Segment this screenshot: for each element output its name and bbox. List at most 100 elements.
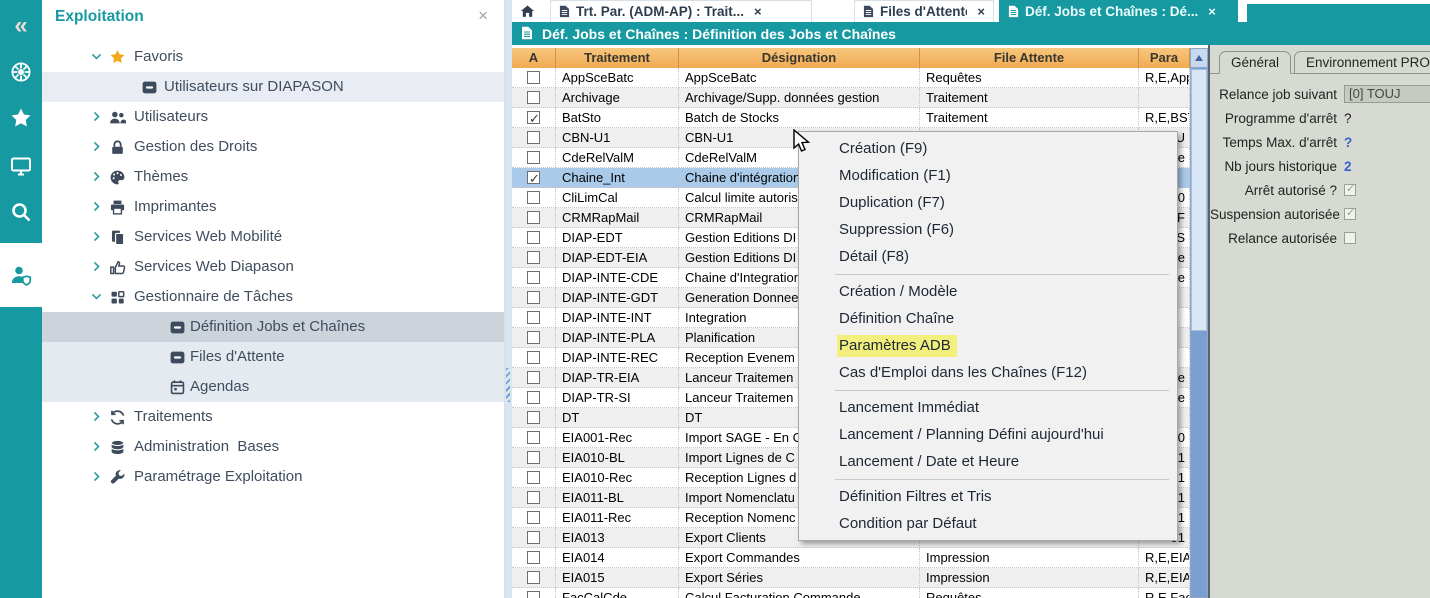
panel-splitter[interactable] bbox=[505, 0, 512, 598]
close-icon[interactable]: × bbox=[478, 6, 488, 26]
menu-item-lancement-planning-d-fini-aujourd-hui[interactable]: Lancement / Planning Défini aujourd'hui bbox=[799, 421, 1177, 448]
nav-item-administration-bases[interactable]: Administration Bases bbox=[42, 432, 504, 462]
row-checkbox[interactable] bbox=[527, 471, 540, 484]
nav-item-services-web-mobilit-[interactable]: Services Web Mobilité bbox=[42, 222, 504, 252]
menu-item-duplication-f7-[interactable]: Duplication (F7) bbox=[799, 189, 1177, 216]
nav-item-files-d-attente[interactable]: Files d'Attente bbox=[42, 342, 504, 372]
scrollbar-thumb[interactable] bbox=[1191, 69, 1207, 331]
favorites-star-icon[interactable] bbox=[0, 96, 42, 140]
chevron-down-icon[interactable] bbox=[90, 50, 103, 63]
nav-item-utilisateurs[interactable]: Utilisateurs bbox=[42, 102, 504, 132]
row-checkbox[interactable] bbox=[527, 451, 540, 464]
search-icon[interactable] bbox=[0, 190, 42, 234]
row-checkbox[interactable] bbox=[527, 151, 540, 164]
menu-item-cas-d-emploi-dans-les-cha-nes-f12-[interactable]: Cas d'Emploi dans les Chaînes (F12) bbox=[799, 359, 1177, 386]
menu-item-d-tail-f8-[interactable]: Détail (F8) bbox=[799, 243, 1177, 270]
tab-close-icon[interactable]: × bbox=[1208, 4, 1216, 19]
row-checkbox[interactable] bbox=[527, 111, 540, 124]
menu-item-param-tres-adb[interactable]: Paramètres ADB bbox=[799, 332, 1177, 359]
chevron-right-icon[interactable] bbox=[90, 200, 103, 213]
chevron-down-icon[interactable] bbox=[90, 290, 103, 303]
row-checkbox[interactable] bbox=[527, 211, 540, 224]
menu-item-condition-par-d-faut[interactable]: Condition par Défaut bbox=[799, 510, 1177, 537]
column-header-a[interactable]: A bbox=[512, 48, 556, 68]
row-checkbox[interactable] bbox=[527, 231, 540, 244]
chevron-right-icon[interactable] bbox=[90, 260, 103, 273]
tab-2[interactable]: Files d'Attente× bbox=[854, 0, 994, 22]
menu-item-d-finition-filtres-et-tris[interactable]: Définition Filtres et Tris bbox=[799, 483, 1177, 510]
row-checkbox[interactable] bbox=[527, 551, 540, 564]
column-header-file-attente[interactable]: File Attente bbox=[920, 48, 1139, 68]
field-checkbox[interactable] bbox=[1344, 208, 1356, 220]
panel-tab-environnement-prog[interactable]: Environnement PROG bbox=[1294, 51, 1430, 74]
column-header-d-signation[interactable]: Désignation bbox=[679, 48, 920, 68]
row-checkbox[interactable] bbox=[527, 331, 540, 344]
column-header-traitement[interactable]: Traitement bbox=[556, 48, 679, 68]
row-checkbox[interactable] bbox=[527, 391, 540, 404]
nav-item-th-mes[interactable]: Thèmes bbox=[42, 162, 504, 192]
row-checkbox[interactable] bbox=[527, 491, 540, 504]
menu-item-lancement-date-et-heure[interactable]: Lancement / Date et Heure bbox=[799, 448, 1177, 475]
nav-item-services-web-diapason[interactable]: Services Web Diapason bbox=[42, 252, 504, 282]
table-row[interactable]: FacCalCdeCalcul Facturation CommandeRequ… bbox=[512, 588, 1190, 598]
nav-item-traitements[interactable]: Traitements bbox=[42, 402, 504, 432]
menu-item-modification-f1-[interactable]: Modification (F1) bbox=[799, 162, 1177, 189]
modules-wheel-icon[interactable] bbox=[0, 50, 42, 94]
row-checkbox[interactable] bbox=[527, 131, 540, 144]
nav-item-d-finition-jobs-et-cha-nes[interactable]: Définition Jobs et Chaînes bbox=[42, 312, 504, 342]
table-row[interactable]: EIA015Export SériesImpressionR,E,EIA01 bbox=[512, 568, 1190, 588]
menu-item-suppression-f6-[interactable]: Suppression (F6) bbox=[799, 216, 1177, 243]
chevron-right-icon[interactable] bbox=[90, 230, 103, 243]
chevron-right-icon[interactable] bbox=[90, 110, 103, 123]
chevron-right-icon[interactable] bbox=[90, 470, 103, 483]
chevron-right-icon[interactable] bbox=[90, 410, 103, 423]
row-checkbox[interactable] bbox=[527, 271, 540, 284]
tab-close-icon[interactable]: × bbox=[977, 4, 985, 19]
menu-item-cr-ation-mod-le[interactable]: Création / Modèle bbox=[799, 278, 1177, 305]
nav-item-param-trage-exploitation[interactable]: Paramétrage Exploitation bbox=[42, 462, 504, 492]
table-scrollbar[interactable] bbox=[1190, 48, 1208, 598]
nav-item-gestionnaire-de-t-ches[interactable]: Gestionnaire de Tâches bbox=[42, 282, 504, 312]
screens-monitor-icon[interactable] bbox=[0, 144, 42, 188]
table-row[interactable]: BatStoBatch de StocksTraitementR,E,BSTO bbox=[512, 108, 1190, 128]
home-button[interactable] bbox=[514, 0, 540, 22]
menu-item-d-finition-cha-ne[interactable]: Définition Chaîne bbox=[799, 305, 1177, 332]
tab-close-icon[interactable]: × bbox=[754, 4, 762, 19]
row-checkbox[interactable] bbox=[527, 171, 540, 184]
field-value-dropdown[interactable]: [0] TOUJ bbox=[1344, 85, 1430, 103]
row-checkbox[interactable] bbox=[527, 431, 540, 444]
row-checkbox[interactable] bbox=[527, 351, 540, 364]
menu-item-cr-ation-f9-[interactable]: Création (F9) bbox=[799, 135, 1177, 162]
row-checkbox[interactable] bbox=[527, 591, 540, 598]
panel-tab-g-n-ral[interactable]: Général bbox=[1219, 51, 1291, 74]
table-row[interactable]: EIA014Export CommandesImpressionR,E,EIA0… bbox=[512, 548, 1190, 568]
scroll-up-button[interactable] bbox=[1191, 49, 1207, 68]
nav-item-agendas[interactable]: Agendas bbox=[42, 372, 504, 402]
chevron-right-icon[interactable] bbox=[90, 170, 103, 183]
nav-item-imprimantes[interactable]: Imprimantes bbox=[42, 192, 504, 222]
row-checkbox[interactable] bbox=[527, 91, 540, 104]
tab-1[interactable]: Trt. Par. (ADM-AP) : Trait...× bbox=[550, 0, 812, 22]
menu-item-lancement-imm-diat[interactable]: Lancement Immédiat bbox=[799, 394, 1177, 421]
collapse-chevrons-icon[interactable]: « bbox=[0, 4, 42, 48]
row-checkbox[interactable] bbox=[527, 291, 540, 304]
row-checkbox[interactable] bbox=[527, 251, 540, 264]
chevron-right-icon[interactable] bbox=[90, 140, 103, 153]
nav-item-gestion-des-droits[interactable]: Gestion des Droits bbox=[42, 132, 504, 162]
table-row[interactable]: AppSceBatcAppSceBatcRequêtesR,E,AppSc bbox=[512, 68, 1190, 88]
row-checkbox[interactable] bbox=[527, 71, 540, 84]
row-checkbox[interactable] bbox=[527, 531, 540, 544]
column-header-para[interactable]: Para bbox=[1139, 48, 1190, 68]
field-checkbox[interactable] bbox=[1344, 232, 1356, 244]
row-checkbox[interactable] bbox=[527, 571, 540, 584]
nav-item-favoris[interactable]: Favoris bbox=[42, 42, 504, 72]
row-checkbox[interactable] bbox=[527, 311, 540, 324]
user-shield-icon[interactable] bbox=[0, 243, 42, 307]
table-row[interactable]: ArchivageArchivage/Supp. données gestion… bbox=[512, 88, 1190, 108]
nav-item-utilisateurs-sur-diapason[interactable]: Utilisateurs sur DIAPASON bbox=[42, 72, 504, 102]
tab-3[interactable]: Déf. Jobs et Chaînes : Dé...× bbox=[999, 0, 1238, 22]
row-checkbox[interactable] bbox=[527, 411, 540, 424]
chevron-right-icon[interactable] bbox=[90, 440, 103, 453]
row-checkbox[interactable] bbox=[527, 371, 540, 384]
row-checkbox[interactable] bbox=[527, 191, 540, 204]
